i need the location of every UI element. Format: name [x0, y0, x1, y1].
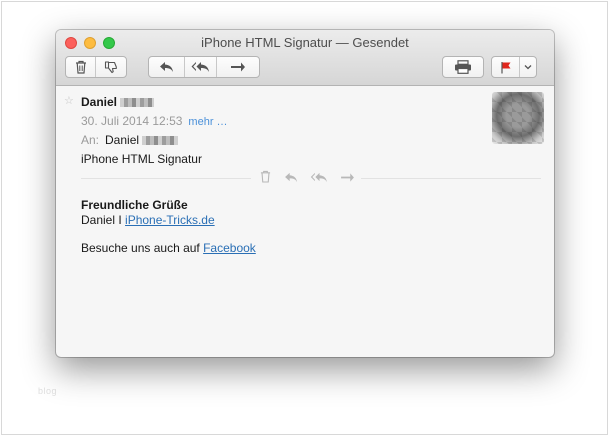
flag-group — [491, 56, 537, 78]
inline-actions — [256, 170, 356, 188]
chevron-down-icon — [524, 64, 532, 70]
message-subject: iPhone HTML Signatur — [81, 152, 202, 166]
delete-button[interactable] — [66, 57, 96, 77]
to-label: An: — [81, 133, 100, 147]
star-icon[interactable]: ☆ — [64, 94, 74, 107]
reply-all-icon — [310, 170, 329, 188]
reply-all-button[interactable] — [185, 57, 217, 77]
signature-line: Daniel I iPhone-Tricks.de — [81, 213, 256, 228]
inline-reply-button[interactable] — [282, 170, 300, 188]
forward-icon — [230, 61, 246, 73]
message-view: ☆ Daniel 30. Juli 2014 12:53 mehr … An: Da… — [56, 86, 554, 357]
facebook-link[interactable]: Facebook — [203, 241, 256, 255]
print-button[interactable] — [443, 57, 483, 77]
forward-icon — [340, 170, 355, 188]
visit-line: Besuche uns auch auf Facebook — [81, 241, 256, 256]
forward-button[interactable] — [217, 57, 259, 77]
junk-button[interactable] — [96, 57, 126, 77]
header-divider-left — [81, 178, 251, 179]
trash-icon — [260, 170, 271, 188]
reply-icon — [159, 61, 175, 73]
sender-name-text: Daniel — [81, 95, 118, 109]
signature-name: Daniel I — [81, 213, 126, 227]
window-title: iPhone HTML Signatur — Gesendet — [201, 35, 409, 50]
flag-menu-button[interactable] — [520, 57, 536, 77]
redacted-surname — [120, 98, 155, 108]
message-body: Freundliche Grüße Daniel I iPhone-Tricks… — [81, 198, 256, 256]
reply-icon — [284, 170, 299, 188]
delete-junk-group — [65, 56, 127, 78]
flag-button[interactable] — [492, 57, 520, 77]
iphone-tricks-link[interactable]: iPhone-Tricks.de — [125, 213, 215, 227]
thumbs-down-icon — [104, 60, 118, 74]
inline-delete-button[interactable] — [256, 170, 274, 188]
print-group — [442, 56, 484, 78]
greeting-line: Freundliche Grüße — [81, 198, 188, 212]
redacted-recipient — [142, 136, 179, 146]
mail-window: iPhone HTML Signatur — Gesendet ☆ Daniel… — [56, 30, 554, 357]
reply-button[interactable] — [149, 57, 185, 77]
recipient-row: An: Daniel — [81, 133, 179, 147]
title-bar: iPhone HTML Signatur — Gesendet — [56, 30, 554, 86]
sender-avatar — [492, 92, 544, 144]
reply-group — [148, 56, 260, 78]
more-details-link[interactable]: mehr … — [188, 116, 227, 128]
reply-all-icon — [191, 61, 211, 73]
trash-icon — [75, 60, 87, 74]
visit-text: Besuche uns auch auf — [81, 241, 204, 255]
date-text: 30. Juli 2014 12:53 — [81, 114, 183, 128]
message-date: 30. Juli 2014 12:53 mehr … — [81, 114, 228, 128]
watermark-text: blog — [38, 386, 58, 396]
inline-forward-button[interactable] — [338, 170, 356, 188]
sender-name: Daniel — [81, 95, 155, 109]
header-divider-right — [361, 178, 541, 179]
recipient-name[interactable]: Daniel — [105, 133, 139, 147]
flag-icon — [500, 61, 512, 74]
printer-icon — [454, 60, 472, 74]
inline-reply-all-button[interactable] — [308, 170, 330, 188]
